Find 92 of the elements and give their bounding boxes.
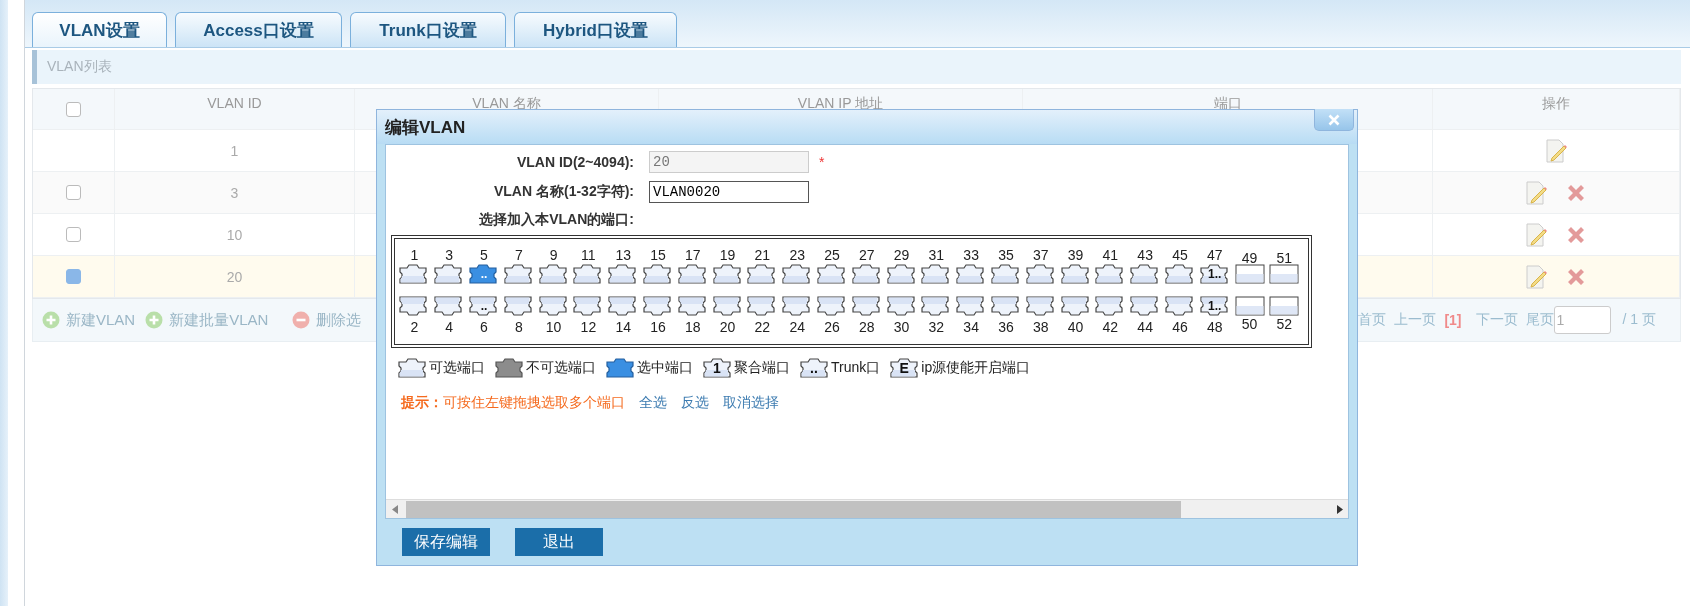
port-legend-icon: E xyxy=(890,358,919,378)
port-number: 41 xyxy=(1102,247,1119,264)
port-jack[interactable]: .. xyxy=(469,264,499,284)
port-number: 47 xyxy=(1206,247,1223,264)
port-number: 49 xyxy=(1241,250,1258,267)
port-number: 40 xyxy=(1067,319,1084,336)
port-number: 14 xyxy=(615,319,631,336)
column-header: VLAN 名称 xyxy=(472,95,541,113)
port-number: 24 xyxy=(789,319,805,336)
port-number: 11 xyxy=(581,247,596,264)
port-number: 23 xyxy=(789,247,805,264)
port-jack[interactable]: 1.. xyxy=(1199,296,1230,316)
field-label: VLAN 名称(1-32字符): xyxy=(493,183,634,201)
table-cell: 10 xyxy=(226,226,243,243)
field-label: 选择加入本VLAN的端口: xyxy=(478,211,634,229)
port-number: 28 xyxy=(858,319,875,336)
port-number: 42 xyxy=(1102,319,1119,336)
port-number: 3 xyxy=(445,247,454,264)
tab[interactable]: VLAN设置 xyxy=(32,12,167,47)
port-number: 19 xyxy=(719,247,736,264)
port-number: 46 xyxy=(1172,319,1188,336)
port-number: 45 xyxy=(1172,247,1188,264)
field-label: VLAN ID(2~4094): xyxy=(515,154,634,170)
port-number: 50 xyxy=(1241,316,1258,333)
port-number: 10 xyxy=(545,319,562,336)
port-number: 33 xyxy=(963,247,979,264)
port-number: 1 xyxy=(410,247,419,264)
selection-link[interactable]: 取消选择 xyxy=(723,394,779,412)
port-number: 36 xyxy=(998,319,1014,336)
port-number: 37 xyxy=(1032,247,1049,264)
port-number: 25 xyxy=(824,247,840,264)
port-number: 9 xyxy=(549,247,558,264)
port-number: 20 xyxy=(719,319,736,336)
port-number: 2 xyxy=(410,319,419,336)
port-legend-icon: .. xyxy=(800,358,828,378)
port-jack[interactable]: .. xyxy=(469,296,499,316)
port-number: 32 xyxy=(928,319,945,336)
table-cell: 20 xyxy=(226,268,243,285)
tab[interactable]: Access口设置 xyxy=(175,12,342,47)
port-legend-icon: 1 xyxy=(703,358,731,378)
port-number: 13 xyxy=(615,247,631,264)
port-number: 35 xyxy=(998,247,1014,264)
port-number: 52 xyxy=(1276,316,1293,333)
legend-label: 选中端口 xyxy=(637,359,693,377)
selection-link[interactable]: 全选 xyxy=(639,394,667,412)
port-number: 48 xyxy=(1206,319,1223,336)
port-number: 22 xyxy=(754,319,771,336)
port-number: 29 xyxy=(893,247,910,264)
legend-label: 聚合端口 xyxy=(734,359,790,377)
port-number: 4 xyxy=(445,319,454,336)
port-number: 31 xyxy=(928,247,945,264)
port-number: 51 xyxy=(1276,250,1293,267)
port-number: 16 xyxy=(650,319,666,336)
table-cell: 1 xyxy=(230,142,239,159)
dialog-button[interactable]: 退出 xyxy=(515,528,603,556)
port-number: 44 xyxy=(1137,319,1153,336)
current-page: [1] xyxy=(1444,312,1462,328)
port-number: 15 xyxy=(650,247,666,264)
port-jack[interactable]: 1.. xyxy=(1199,264,1230,284)
required-mark: * xyxy=(819,154,825,170)
legend-label: 不可选端口 xyxy=(526,359,596,377)
column-header: 操作 xyxy=(1542,95,1570,113)
port-number: 7 xyxy=(514,247,523,264)
port-number: 38 xyxy=(1032,319,1049,336)
port-number: 21 xyxy=(754,247,771,264)
legend-label: Trunk口 xyxy=(831,359,881,377)
page-total: / 1 页 xyxy=(1622,311,1656,329)
port-number: 12 xyxy=(580,319,597,336)
selection-link[interactable]: 反选 xyxy=(681,394,709,412)
dialog-button[interactable]: 保存编辑 xyxy=(402,528,490,556)
dialog-title: 编辑VLAN xyxy=(385,116,466,139)
legend-label: 可选端口 xyxy=(429,359,485,377)
port-number: 27 xyxy=(858,247,875,264)
column-header: VLAN ID xyxy=(207,95,262,111)
port-number: 26 xyxy=(824,319,840,336)
port-number: 5 xyxy=(480,247,488,264)
port-number: 34 xyxy=(963,319,979,336)
tab[interactable]: Trunk口设置 xyxy=(350,12,506,47)
table-cell: 3 xyxy=(230,184,239,201)
text-field[interactable]: VLAN0020 xyxy=(649,181,809,203)
port-number: 18 xyxy=(685,319,701,336)
port-number: 17 xyxy=(685,247,701,264)
legend-label: ip源使能开启端口 xyxy=(921,359,1031,377)
port-number: 6 xyxy=(480,319,488,336)
port-number: 39 xyxy=(1067,247,1084,264)
tab[interactable]: Hybrid口设置 xyxy=(514,12,677,47)
port-number: 30 xyxy=(893,319,910,336)
list-title: VLAN列表 xyxy=(32,50,1681,84)
column-header: VLAN IP 地址 xyxy=(797,95,884,113)
hint-text: 提示：可按住左键拖拽选取多个端口 xyxy=(401,394,625,412)
port-number: 8 xyxy=(514,319,523,336)
port-number: 43 xyxy=(1137,247,1153,264)
